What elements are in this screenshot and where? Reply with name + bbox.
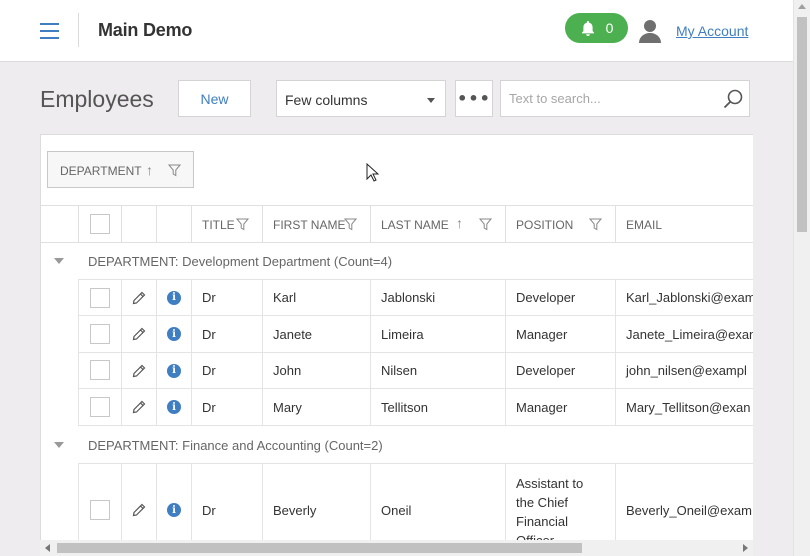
row-checkbox[interactable] [90, 360, 110, 380]
header-divider [78, 13, 79, 47]
column-header-last-name[interactable]: LAST NAME ↑ [370, 206, 506, 243]
app-header: Main Demo 0 My Account [0, 0, 793, 62]
cell-first-name: John [262, 353, 371, 388]
pencil-icon[interactable] [132, 400, 146, 414]
cell-last-name: Tellitson [370, 389, 506, 425]
table-row[interactable]: i Dr John Nilsen Developer john_nilsen@e… [78, 353, 753, 389]
my-account-link[interactable]: My Account [676, 23, 748, 39]
group-panel-label: DEPARTMENT [60, 164, 142, 178]
cell-last-name: Limeira [370, 316, 506, 352]
table-row[interactable]: i Dr Janete Limeira Manager Janete_Limei… [78, 316, 753, 353]
filter-icon[interactable] [479, 218, 492, 231]
group-label: DEPARTMENT: Development Department (Coun… [88, 254, 393, 269]
new-button[interactable]: New [178, 80, 251, 117]
columns-select[interactable]: Few columns [276, 80, 446, 117]
notifications-button[interactable]: 0 [565, 13, 628, 43]
filter-icon[interactable] [589, 218, 602, 231]
info-icon[interactable]: i [167, 400, 181, 414]
employees-grid: DEPARTMENT ↑ TITLE FIRST NAME LAST NAME … [40, 134, 753, 542]
table-row[interactable]: i Dr Karl Jablonski Developer Karl_Jablo… [78, 279, 753, 316]
filter-icon[interactable] [168, 164, 181, 177]
chevron-down-icon [427, 98, 435, 103]
edit-column-header [121, 206, 157, 243]
cell-title: Dr [191, 464, 263, 541]
cell-first-name: Beverly [262, 464, 371, 541]
pencil-icon[interactable] [132, 503, 146, 517]
filter-icon[interactable] [236, 218, 249, 231]
cell-first-name: Mary [262, 389, 371, 425]
collapse-triangle-icon[interactable] [54, 258, 64, 264]
user-icon[interactable] [639, 19, 661, 43]
grid-horizontal-scrollbar[interactable] [40, 540, 753, 556]
grid-header-row: TITLE FIRST NAME LAST NAME ↑ POSITION EM… [41, 205, 753, 243]
search-input[interactable] [501, 81, 711, 116]
column-header-title[interactable]: TITLE [191, 206, 263, 243]
select-all-cell [78, 206, 122, 243]
cell-title: Dr [191, 280, 263, 315]
row-checkbox[interactable] [90, 288, 110, 308]
group-label: DEPARTMENT: Finance and Accounting (Coun… [88, 438, 383, 453]
scroll-right-icon[interactable] [743, 544, 748, 552]
cell-last-name: Nilsen [370, 353, 506, 388]
filter-icon[interactable] [344, 218, 357, 231]
cell-title: Dr [191, 316, 263, 352]
search-icon[interactable] [723, 89, 743, 109]
info-icon[interactable]: i [167, 327, 181, 341]
pencil-icon[interactable] [132, 364, 146, 378]
row-checkbox[interactable] [90, 397, 110, 417]
info-icon[interactable]: i [167, 363, 181, 378]
cell-email: Janete_Limeira@exan [615, 316, 753, 352]
sort-asc-icon[interactable]: ↑ [146, 162, 153, 178]
mouse-cursor-icon [366, 163, 380, 182]
group-row-development[interactable]: DEPARTMENT: Development Department (Coun… [41, 243, 753, 280]
cell-last-name: Jablonski [370, 280, 506, 315]
group-by-department-chip[interactable]: DEPARTMENT ↑ [47, 151, 194, 188]
pencil-icon[interactable] [132, 327, 146, 341]
cell-position: Manager [505, 389, 616, 425]
cell-email: Beverly_Oneil@exam [615, 464, 753, 541]
sort-asc-icon[interactable]: ↑ [456, 215, 463, 231]
table-row[interactable]: i Dr Mary Tellitson Manager Mary_Tellits… [78, 389, 753, 426]
scroll-up-icon[interactable] [798, 4, 806, 9]
row-checkbox[interactable] [90, 500, 110, 520]
cell-position: Developer [505, 353, 616, 388]
cell-first-name: Janete [262, 316, 371, 352]
scroll-thumb[interactable] [797, 17, 807, 232]
scroll-left-icon[interactable] [45, 544, 50, 552]
group-row-finance[interactable]: DEPARTMENT: Finance and Accounting (Coun… [41, 427, 753, 464]
column-header-position[interactable]: POSITION [505, 206, 616, 243]
table-row[interactable]: i Dr Beverly Oneil Assistant to the Chie… [78, 463, 753, 541]
app-title: Main Demo [98, 20, 193, 40]
info-icon[interactable]: i [167, 290, 181, 305]
columns-select-value: Few columns [285, 92, 368, 108]
pencil-icon[interactable] [132, 291, 146, 305]
menu-icon[interactable] [40, 23, 59, 39]
cell-position: Assistant to the Chief Financial Officer [505, 464, 616, 541]
cell-email: Karl_Jablonski@exam [615, 280, 753, 315]
info-column-header [156, 206, 192, 243]
notification-count: 0 [605, 20, 614, 36]
cell-email: john_nilsen@exampl [615, 353, 753, 388]
info-icon[interactable]: i [167, 503, 181, 517]
row-checkbox[interactable] [90, 324, 110, 344]
search-box [500, 80, 750, 117]
bell-icon [581, 20, 594, 36]
cell-email: Mary_Tellitson@exan [615, 389, 753, 425]
more-options-button[interactable]: ••• [455, 80, 493, 117]
page-title: Employees [40, 86, 154, 112]
cell-position: Manager [505, 316, 616, 352]
column-header-first-name[interactable]: FIRST NAME [262, 206, 371, 243]
cell-title: Dr [191, 353, 263, 388]
cell-title: Dr [191, 389, 263, 425]
select-all-checkbox[interactable] [90, 214, 110, 234]
cell-first-name: Karl [262, 280, 371, 315]
cell-position: Developer [505, 280, 616, 315]
cell-last-name: Oneil [370, 464, 506, 541]
collapse-triangle-icon[interactable] [54, 442, 64, 448]
scroll-thumb[interactable] [57, 543, 582, 553]
page-scrollbar[interactable] [793, 0, 810, 556]
column-header-email[interactable]: EMAIL [615, 206, 753, 243]
